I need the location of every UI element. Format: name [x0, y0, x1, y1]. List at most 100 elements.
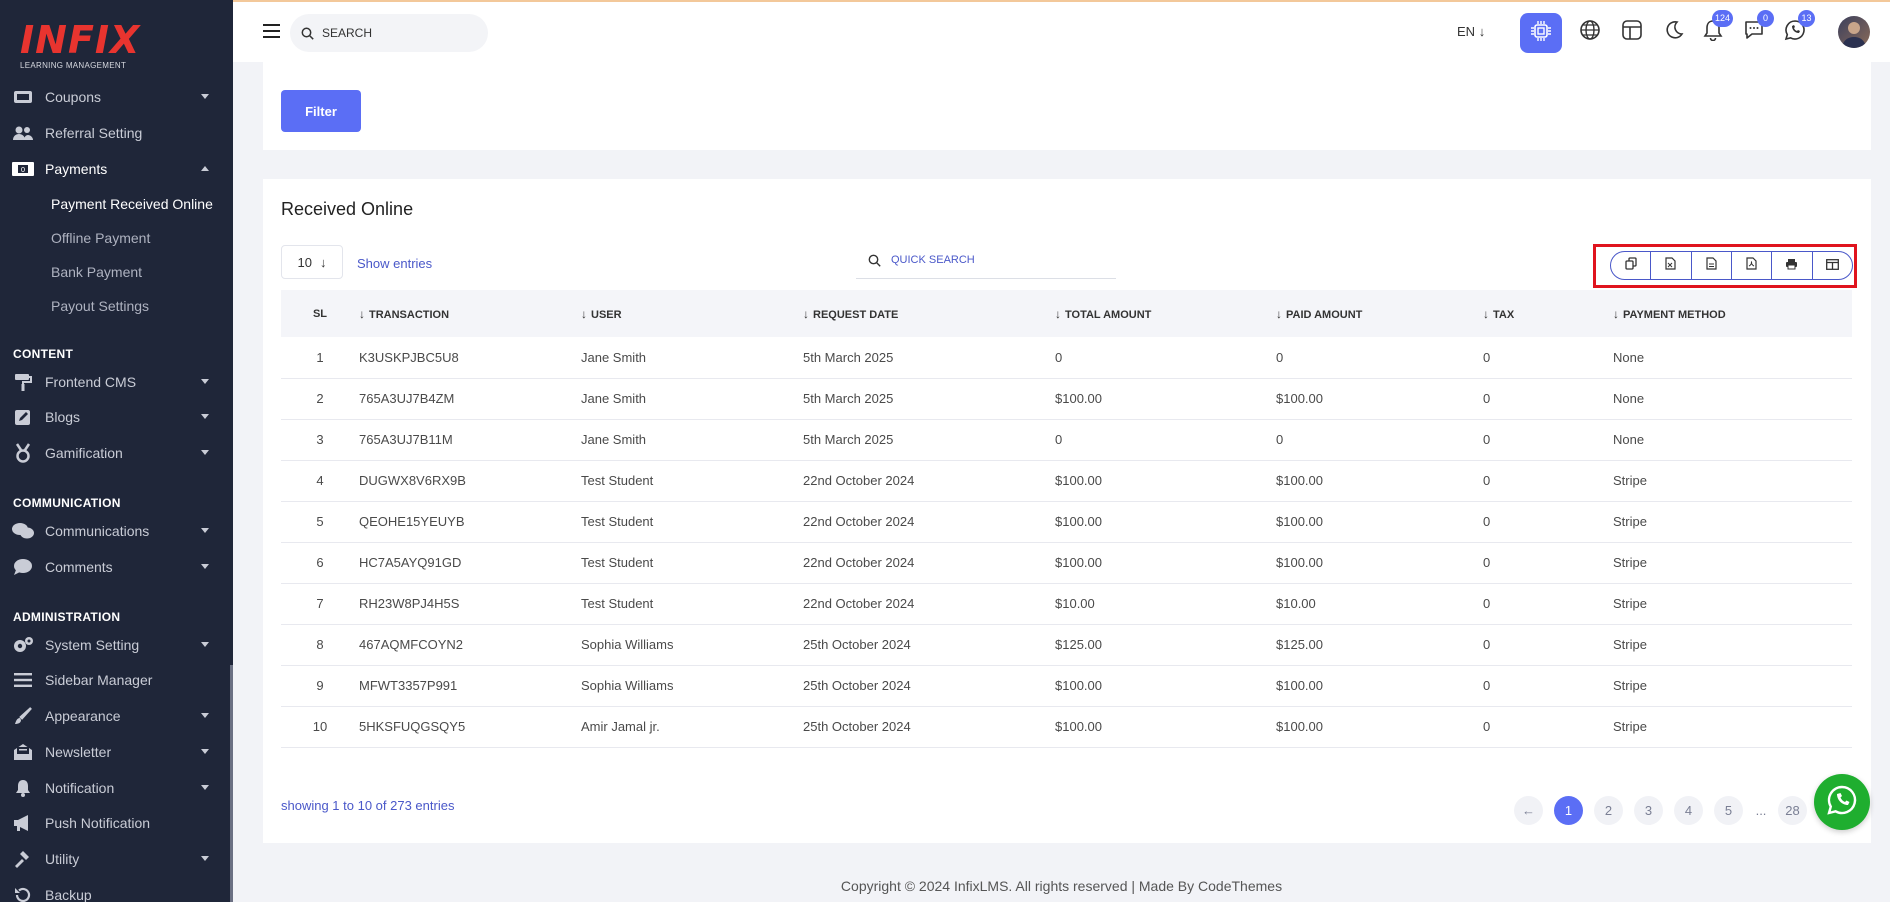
sidebar-item-utility[interactable]: Utility: [0, 841, 233, 877]
sidebar-item-sidebar-manager[interactable]: Sidebar Manager: [0, 662, 233, 698]
column-visibility-button[interactable]: [1813, 252, 1852, 279]
sidebar-item-push-notification[interactable]: Push Notification: [0, 805, 233, 841]
sidebar-item-communications[interactable]: Communications: [0, 513, 233, 549]
layout-button[interactable]: [1620, 19, 1644, 44]
filter-button[interactable]: Filter: [281, 90, 361, 132]
column-header-tax[interactable]: ↓ TAX: [1483, 290, 1613, 337]
chevron-down-icon: [201, 414, 209, 419]
brand-logo[interactable]: INFIX LEARNING MANAGEMENT: [20, 20, 170, 72]
column-header-label: TOTAL AMOUNT: [1065, 308, 1152, 321]
cell-request-date: 22nd October 2024: [803, 555, 915, 570]
cell-sl: 9: [316, 678, 324, 693]
showing-entries-text: showing 1 to 10 of 273 entries: [281, 798, 455, 813]
table-row[interactable]: 2 765A3UJ7B4ZM Jane Smith 5th March 2025 $10…: [281, 378, 1852, 419]
sort-arrow-icon: ↓: [1055, 306, 1061, 321]
table-row[interactable]: 9 MFWT3357P991 Sophia Williams 25th October…: [281, 665, 1852, 706]
sidebar-item-system-setting[interactable]: System Setting: [0, 627, 233, 663]
sidebar-item-comments[interactable]: Comments: [0, 549, 233, 585]
sidebar-sub-payout-settings[interactable]: Payout Settings: [51, 298, 149, 314]
cell-sl: 3: [316, 432, 324, 447]
language-selector[interactable]: EN ↓: [1457, 24, 1485, 39]
table-row[interactable]: 4 DUGWX8V6RX9B Test Student 22nd October 20…: [281, 460, 1852, 501]
sidebar-item-backup[interactable]: Backup: [0, 877, 233, 902]
table-row[interactable]: 8 467AQMFCOYN2 Sophia Williams 25th October…: [281, 624, 1852, 665]
sidebar-sub-bank-payment[interactable]: Bank Payment: [51, 264, 142, 280]
sidebar-item-label: Gamification: [45, 445, 123, 461]
globe-icon: [1579, 19, 1601, 46]
messages-button[interactable]: 0: [1742, 10, 1774, 44]
sidebar-item-newsletter[interactable]: Newsletter: [0, 734, 233, 770]
entries-select[interactable]: 10 ↓: [281, 245, 343, 279]
sidebar-item-gamification[interactable]: Gamification: [0, 435, 233, 471]
column-header-label: PAID AMOUNT: [1286, 308, 1363, 321]
column-header-label: TAX: [1493, 308, 1515, 321]
table-row[interactable]: 3 765A3UJ7B11M Jane Smith 5th March 2025 0 0 0…: [281, 419, 1852, 460]
export-excel-button[interactable]: [1651, 252, 1692, 279]
search-icon: [868, 254, 881, 267]
bars-icon: [12, 669, 34, 691]
page-button[interactable]: 2: [1594, 795, 1623, 825]
cell-payment-method: Stripe: [1613, 555, 1647, 570]
export-csv-button[interactable]: [1692, 252, 1732, 279]
cell-total-amount: $100.00: [1055, 719, 1102, 734]
whatsapp-header-button[interactable]: 13: [1783, 10, 1815, 44]
pagination: ← 1 2 3 4 5... 28: [1514, 795, 1818, 825]
export-pdf-button[interactable]: [1732, 252, 1773, 279]
avatar[interactable]: [1838, 16, 1870, 48]
prev-page-button[interactable]: ←: [1514, 795, 1543, 825]
globe-button[interactable]: [1578, 19, 1602, 46]
column-header-user[interactable]: ↓ USER: [581, 290, 803, 337]
sidebar-item-payments[interactable]: 0 Payments: [0, 151, 233, 187]
sidebar-item-referral-setting[interactable]: Referral Setting: [0, 115, 233, 151]
notifications-button[interactable]: 124: [1701, 10, 1733, 44]
cell-user: Jane Smith: [581, 432, 647, 447]
history-icon: [12, 884, 34, 902]
column-header-paid-amount[interactable]: ↓ PAID AMOUNT: [1276, 290, 1483, 337]
header-search-input[interactable]: [322, 26, 472, 40]
cell-total-amount: $125.00: [1055, 637, 1102, 652]
menu-toggle-icon[interactable]: [263, 24, 280, 38]
sidebar-item-coupons[interactable]: Coupons: [0, 79, 233, 115]
page-button[interactable]: 1: [1554, 795, 1583, 825]
sidebar-scrollbar[interactable]: [230, 665, 233, 902]
header-search[interactable]: [290, 14, 488, 52]
column-header-sl[interactable]: SL: [281, 290, 359, 337]
table-row[interactable]: 6 HC7A5AYQ91GD Test Student 22nd October 20…: [281, 542, 1852, 583]
sidebar-item-blogs[interactable]: Blogs: [0, 399, 233, 435]
sidebar-sub-payment-received-online[interactable]: Payment Received Online: [51, 196, 213, 212]
page-button[interactable]: 3: [1634, 795, 1663, 825]
column-header-transaction[interactable]: ↓ TRANSACTION: [359, 290, 581, 337]
table-row[interactable]: 10 5HKSFUQGSQY5 Amir Jamal jr. 25th October…: [281, 706, 1852, 747]
copy-button[interactable]: [1611, 252, 1652, 279]
cell-paid-amount: $100.00: [1276, 473, 1323, 488]
dark-mode-button[interactable]: [1661, 20, 1685, 44]
table-row[interactable]: 7 RH23W8PJ4H5S Test Student 22nd October 20…: [281, 583, 1852, 624]
column-header-request-date[interactable]: ↓ REQUEST DATE: [803, 290, 1055, 337]
sidebar-item-label: Appearance: [45, 708, 121, 724]
page-button[interactable]: 5: [1714, 795, 1743, 825]
sidebar-item-appearance[interactable]: Appearance: [0, 698, 233, 734]
page-button[interactable]: 4: [1674, 795, 1703, 825]
sidebar-item-label: Push Notification: [45, 815, 151, 831]
sidebar-item-frontend-cms[interactable]: Frontend CMS: [0, 364, 233, 400]
cell-tax: 0: [1483, 555, 1491, 570]
cell-user: Test Student: [581, 473, 654, 488]
column-header-payment-method[interactable]: ↓ PAYMENT METHOD: [1613, 290, 1852, 337]
copy-icon: [1625, 256, 1637, 275]
table-row[interactable]: 1 K3USKPJBC5U8 Jane Smith 5th March 2025 0 0 0…: [281, 337, 1852, 378]
cell-user: Jane Smith: [581, 391, 647, 406]
column-header-label: TRANSACTION: [369, 308, 450, 321]
cell-paid-amount: $100.00: [1276, 514, 1323, 529]
table-row[interactable]: 5 QEOHE15YEUYB Test Student 22nd October 20…: [281, 501, 1852, 542]
quick-search[interactable]: [856, 242, 1116, 279]
page-button[interactable]: 28: [1778, 795, 1807, 825]
cpu-button[interactable]: [1520, 13, 1562, 53]
cell-sl: 2: [316, 391, 324, 406]
quick-search-input[interactable]: [891, 254, 1091, 266]
column-header-total-amount[interactable]: ↓ TOTAL AMOUNT: [1055, 290, 1276, 337]
sidebar-item-notification[interactable]: Notification: [0, 770, 233, 806]
print-button[interactable]: [1772, 252, 1813, 279]
edit-icon: [12, 406, 34, 428]
sidebar-sub-offline-payment[interactable]: Offline Payment: [51, 230, 150, 246]
whatsapp-chat-button[interactable]: [1814, 774, 1870, 830]
